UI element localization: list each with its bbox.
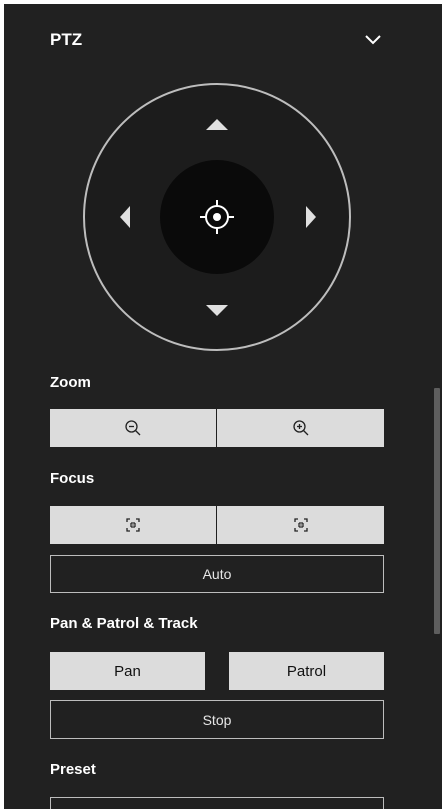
collapse-button[interactable] — [359, 26, 387, 54]
auto-focus-button[interactable]: Auto — [50, 555, 384, 593]
chevron-down-icon — [365, 35, 381, 45]
zoom-in-icon — [292, 420, 308, 436]
focus-near-button[interactable] — [50, 506, 216, 544]
patrol-button[interactable]: Patrol — [229, 652, 384, 690]
scrollbar-thumb[interactable] — [434, 388, 440, 634]
panel-title: PTZ — [50, 30, 83, 49]
zoom-label: Zoom — [50, 374, 91, 391]
pan-patrol-track-label: Pan & Patrol & Track — [50, 615, 198, 632]
zoom-in-button[interactable] — [217, 409, 384, 447]
focus-label: Focus — [50, 470, 95, 487]
zoom-out-icon — [125, 420, 141, 436]
focus-far-button[interactable] — [217, 506, 384, 544]
ptz-panel: PTZ Zoom Focus Auto Pan & Patrol & Track… — [4, 4, 442, 809]
stop-button[interactable]: Stop — [50, 700, 384, 739]
ptz-joystick — [83, 83, 351, 351]
focus-near-icon — [126, 518, 140, 532]
preset-label: Preset — [50, 761, 96, 778]
pan-button[interactable]: Pan — [50, 652, 205, 690]
focus-far-icon — [293, 518, 308, 532]
preset-select[interactable] — [50, 797, 384, 809]
zoom-out-button[interactable] — [50, 409, 216, 447]
